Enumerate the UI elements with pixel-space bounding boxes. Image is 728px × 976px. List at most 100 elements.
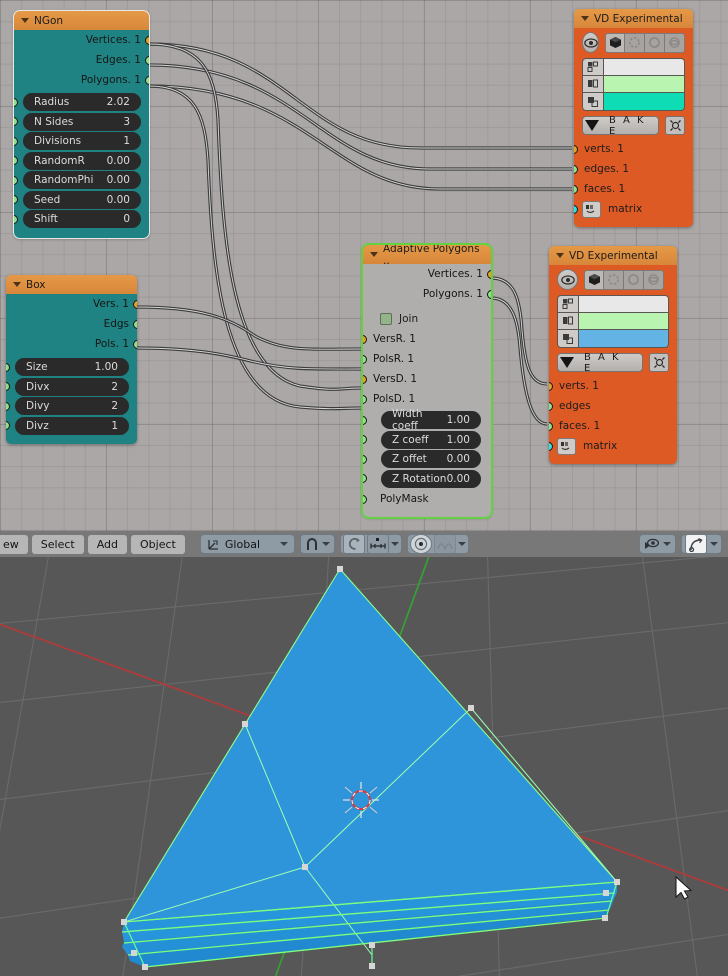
swatch-color[interactable] bbox=[579, 296, 668, 312]
node-header-vd-experimental-1[interactable]: VD Experimental bbox=[574, 9, 693, 28]
swatch-color[interactable] bbox=[604, 76, 684, 92]
menu-object[interactable]: Object bbox=[131, 534, 185, 554]
gizmo-dropdown[interactable] bbox=[681, 534, 722, 554]
socket-divx-in[interactable] bbox=[6, 382, 10, 391]
chevron-down-icon[interactable] bbox=[322, 542, 330, 546]
gizmo-icon[interactable] bbox=[685, 534, 707, 554]
field-randomr[interactable]: RandomR 0.00 bbox=[14, 151, 141, 170]
socket-randomphi-in[interactable] bbox=[14, 175, 18, 185]
socket-vertices-out[interactable] bbox=[487, 269, 491, 279]
socket-z-coeff-in[interactable] bbox=[363, 435, 367, 444]
output-socket-row[interactable]: Vertices. 1 bbox=[363, 264, 491, 284]
viewport-canvas[interactable] bbox=[0, 557, 728, 976]
socket-divy-in[interactable] bbox=[6, 401, 10, 411]
socket-matrix-in[interactable] bbox=[574, 204, 578, 214]
chevron-down-icon[interactable] bbox=[458, 542, 466, 546]
field-divy[interactable]: Divy 2 bbox=[6, 397, 129, 415]
field-width-coeff[interactable]: Width coeff 1.00 bbox=[363, 408, 481, 432]
input-socket-row[interactable]: edges bbox=[549, 396, 677, 416]
socket-divz-in[interactable] bbox=[6, 421, 10, 430]
menu-select[interactable]: Select bbox=[31, 534, 84, 554]
socket-z-rotation-in[interactable] bbox=[363, 474, 367, 483]
input-socket-row[interactable]: faces. 1 bbox=[549, 416, 677, 436]
swatch-color[interactable] bbox=[604, 59, 684, 75]
shading-mode-group[interactable] bbox=[584, 269, 664, 290]
node-ngon[interactable]: NGon Vertices. 1 Edges. 1 Polygons. 1 Ra… bbox=[13, 10, 150, 239]
socket-vertices-out[interactable] bbox=[145, 35, 149, 45]
swatch-row-edges[interactable] bbox=[558, 313, 668, 330]
node-header-vd-experimental-2[interactable]: VD Experimental bbox=[549, 246, 677, 265]
field-z-offset[interactable]: Z offet 0.00 bbox=[363, 450, 481, 468]
socket-polymask-in[interactable] bbox=[363, 494, 367, 504]
field-z-coeff[interactable]: Z coeff 1.00 bbox=[363, 430, 481, 449]
visibility-eye-icon[interactable] bbox=[644, 538, 660, 551]
snap-dropdown[interactable] bbox=[300, 534, 335, 554]
socket-size-in[interactable] bbox=[6, 362, 10, 372]
field-shift[interactable]: Shift 0 bbox=[14, 210, 141, 228]
socket-divisions-in[interactable] bbox=[14, 136, 18, 146]
menu-view[interactable]: ew bbox=[0, 534, 28, 554]
sphere-icon[interactable] bbox=[644, 269, 664, 290]
chevron-down-icon[interactable] bbox=[280, 542, 288, 546]
node-header-box[interactable]: Box bbox=[6, 275, 137, 294]
socket-matrix-in[interactable] bbox=[549, 441, 553, 451]
socket-polygons-out[interactable] bbox=[145, 75, 149, 85]
output-socket-row[interactable]: Pols. 1 bbox=[6, 334, 137, 354]
field-z-rotation[interactable]: Z Rotation 0.00 bbox=[363, 469, 481, 488]
socket-polsr-in[interactable] bbox=[363, 354, 367, 364]
visibility-eye-icon[interactable] bbox=[582, 32, 599, 53]
chevron-down-icon[interactable] bbox=[391, 542, 399, 546]
bake-button[interactable]: B A K E bbox=[557, 352, 643, 374]
color-swatches[interactable] bbox=[557, 295, 669, 348]
output-socket-row[interactable]: Edgs bbox=[6, 314, 137, 334]
field-divx[interactable]: Divx 2 bbox=[6, 377, 129, 396]
visibility-eye-icon[interactable] bbox=[557, 269, 578, 290]
collapse-triangle-icon[interactable] bbox=[21, 18, 29, 23]
socket-pols-out[interactable] bbox=[133, 339, 137, 349]
pivot-falloff-group[interactable] bbox=[407, 534, 469, 554]
transform-orientation-dropdown[interactable]: Global bbox=[199, 534, 295, 554]
node-vd-experimental-2[interactable]: VD Experimental B A K E verts. 1 edges f… bbox=[549, 246, 677, 464]
field-seed[interactable]: Seed 0.00 bbox=[14, 190, 141, 209]
input-socket-row[interactable]: VersD. 1 bbox=[363, 369, 491, 389]
proportional-size-icon[interactable] bbox=[367, 534, 389, 554]
circle-icon[interactable] bbox=[645, 32, 665, 53]
socket-width-coeff-in[interactable] bbox=[363, 415, 367, 425]
input-socket-row[interactable]: PolyMask bbox=[363, 489, 491, 509]
socket-versd-in[interactable] bbox=[363, 374, 367, 384]
node-header-ngon[interactable]: NGon bbox=[14, 11, 149, 30]
color-swatches[interactable] bbox=[582, 58, 685, 111]
input-socket-row[interactable]: verts. 1 bbox=[549, 376, 677, 396]
socket-faces-in[interactable] bbox=[574, 184, 578, 194]
swatch-row-faces[interactable] bbox=[558, 330, 668, 347]
viewport-header-toolbar[interactable]: ew Select Add Object Global bbox=[0, 531, 728, 557]
socket-faces-in[interactable] bbox=[549, 421, 553, 431]
socket-vers-out[interactable] bbox=[133, 299, 137, 309]
output-socket-row[interactable]: Polygons. 1 bbox=[363, 284, 491, 304]
circle-dashed-icon[interactable] bbox=[604, 269, 624, 290]
output-socket-row[interactable]: Vers. 1 bbox=[6, 294, 137, 314]
falloff-curve-icon[interactable] bbox=[434, 534, 456, 554]
input-socket-row[interactable]: PolsD. 1 bbox=[363, 389, 491, 409]
collapse-triangle-icon[interactable] bbox=[556, 253, 564, 258]
chevron-down-icon[interactable] bbox=[710, 542, 718, 546]
node-box[interactable]: Box Vers. 1 Edgs Pols. 1 Size 1.00 Divx … bbox=[6, 275, 137, 444]
input-socket-row[interactable]: VersR. 1 bbox=[363, 329, 491, 349]
socket-versr-in[interactable] bbox=[363, 334, 367, 344]
node-adaptive-polygons[interactable]: Adaptive Polygons .. Vertices. 1 Polygon… bbox=[361, 243, 493, 519]
chevron-down-icon[interactable] bbox=[663, 542, 671, 546]
field-radius[interactable]: Radius 2.02 bbox=[14, 93, 141, 111]
collapse-triangle-icon[interactable] bbox=[581, 16, 589, 21]
socket-edges-out[interactable] bbox=[145, 55, 149, 65]
visibility-dropdown[interactable] bbox=[639, 534, 676, 554]
swatch-color[interactable] bbox=[604, 93, 684, 110]
input-socket-row[interactable]: matrix bbox=[574, 199, 693, 219]
node-editor-area[interactable]: .wire{ fill:none; stroke:#3c3c3c; stroke… bbox=[0, 0, 728, 531]
circle-icon[interactable] bbox=[624, 269, 644, 290]
proportional-edit-icon[interactable] bbox=[343, 534, 365, 554]
checkbox-join[interactable]: Join bbox=[363, 309, 491, 329]
socket-radius-in[interactable] bbox=[14, 97, 18, 107]
bake-options-icon[interactable] bbox=[649, 353, 669, 372]
cube-icon[interactable] bbox=[605, 32, 625, 53]
proportional-edit-group[interactable] bbox=[340, 534, 402, 554]
